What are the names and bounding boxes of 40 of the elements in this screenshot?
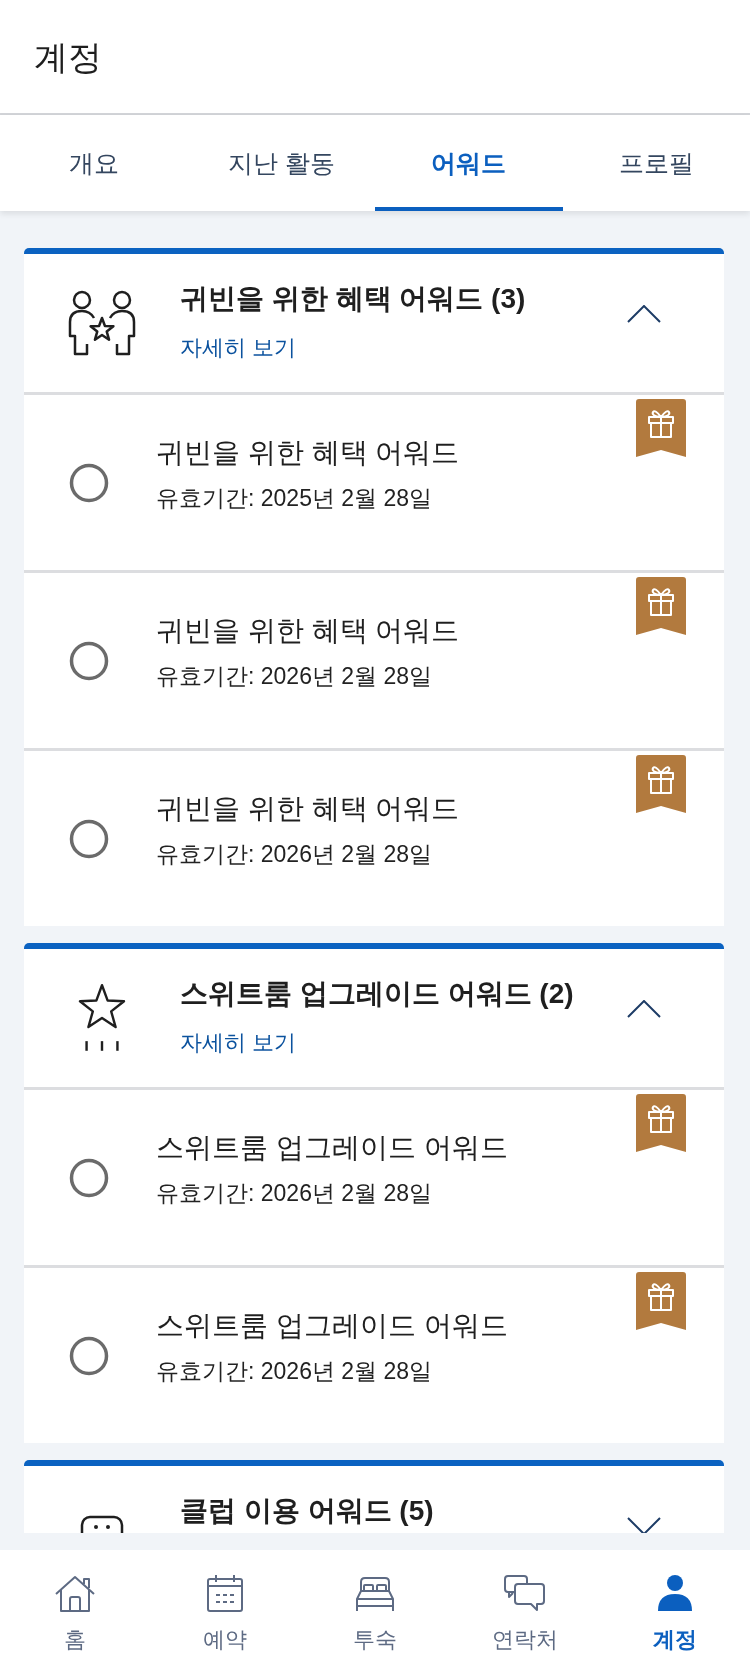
award-title: 스위트룸 업그레이드 어워드 — [156, 1309, 509, 1343]
gift-bookmark-icon — [636, 755, 686, 815]
award-title: 귀빈을 위한 혜택 어워드 — [156, 436, 461, 470]
chevron-down-icon[interactable] — [627, 1517, 661, 1533]
tab[interactable]: 지난 활동 — [187, 115, 375, 211]
chat-bubbles-icon — [503, 1573, 547, 1613]
chevron-up-icon[interactable] — [627, 1000, 661, 1018]
chevron-up-icon[interactable] — [627, 305, 661, 323]
tab[interactable]: 프로필 — [562, 115, 750, 211]
radio-button[interactable] — [69, 1157, 109, 1198]
radio-button[interactable] — [69, 640, 109, 681]
nav-tab[interactable]: 연락처 — [450, 1550, 600, 1668]
nav-tab[interactable]: 예약 — [150, 1550, 300, 1668]
radio-button[interactable] — [69, 1335, 109, 1376]
section-title: 귀빈을 위한 혜택 어워드 (3) — [180, 282, 527, 316]
award-title: 귀빈을 위한 혜택 어워드 — [156, 792, 461, 826]
radio-button[interactable] — [69, 818, 109, 859]
two-people-star-icon — [66, 290, 138, 356]
expiry-date: 유효기간: 2026년 2월 28일 — [156, 1179, 434, 1208]
details-link[interactable]: 자세히 보기 — [180, 1029, 297, 1057]
expiry-date: 유효기간: 2026년 2월 28일 — [156, 1357, 434, 1386]
gift-bookmark-icon — [636, 577, 686, 637]
gift-bookmark-icon — [636, 1094, 686, 1154]
section-title: 스위트룸 업그레이드 어워드 (2) — [180, 977, 575, 1011]
gift-bookmark-icon — [636, 1272, 686, 1332]
section-title: 클럽 이용 어워드 (5) — [180, 1494, 435, 1528]
details-link[interactable]: 자세히 보기 — [180, 334, 297, 362]
gift-bookmark-icon — [636, 399, 686, 459]
radio-button[interactable] — [69, 462, 109, 503]
home-icon — [53, 1573, 97, 1613]
award-title: 귀빈을 위한 혜택 어워드 — [156, 614, 461, 648]
nav-tab[interactable]: 홈 — [0, 1550, 150, 1668]
page-title: 계정 — [34, 36, 102, 78]
expiry-date: 유효기간: 2026년 2월 28일 — [156, 662, 434, 691]
tab[interactable]: 개요 — [0, 115, 188, 211]
nav-tab[interactable]: 투숙 — [300, 1550, 450, 1668]
nav-tab[interactable]: 계정 — [600, 1550, 750, 1668]
expiry-date: 유효기간: 2025년 2월 28일 — [156, 484, 434, 513]
award-title: 스위트룸 업그레이드 어워드 — [156, 1131, 509, 1165]
expiry-date: 유효기간: 2026년 2월 28일 — [156, 840, 434, 869]
